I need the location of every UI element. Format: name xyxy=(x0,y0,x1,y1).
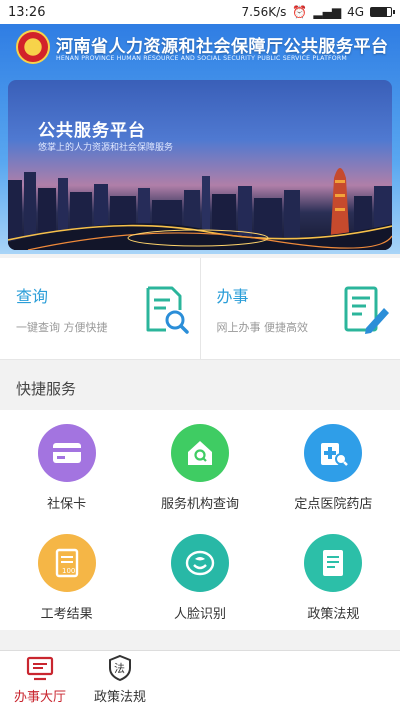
service-cards: 查询 一键查询 方便快捷 办事 网上办事 便捷高效 xyxy=(0,258,400,360)
quick-item-exam-results[interactable]: 100 工考结果 xyxy=(0,520,133,630)
quick-services-heading: 快捷服务 xyxy=(0,366,400,410)
banner-image[interactable]: 公共服务平台 悠掌上的人力资源和社会保障服务 xyxy=(8,80,392,250)
quick-item-label: 政策法规 xyxy=(307,607,360,622)
alarm-icon: ⏰ xyxy=(292,5,308,19)
tab-bar-spacer xyxy=(160,651,400,711)
tab-service-hall-label: 办事大厅 xyxy=(13,690,66,705)
quick-item-label: 工考结果 xyxy=(40,607,93,622)
quick-item-service-agency[interactable]: 服务机构查询 xyxy=(133,410,266,520)
header-subtitle: HENAN PROVINCE HUMAN RESOURCE AND SOCIAL… xyxy=(56,55,347,62)
quick-item-label: 定点医院药店 xyxy=(294,497,373,512)
monitor-icon xyxy=(26,656,54,681)
exam-result-icon: 100 xyxy=(37,534,96,592)
battery-icon xyxy=(370,7,395,17)
quick-item-social-security-card[interactable]: 社保卡 xyxy=(0,410,133,520)
quick-item-label: 服务机构查询 xyxy=(160,497,239,512)
status-bar: 13:26 7.56K/s ⏰ ▂▄▆ 4G xyxy=(0,0,400,24)
tab-policy-label: 政策法规 xyxy=(93,690,146,705)
quick-item-label: 社保卡 xyxy=(47,497,87,512)
network-type: 4G xyxy=(347,5,364,19)
edit-document-icon xyxy=(344,286,389,334)
header-title: 河南省人力资源和社会保障厅公共服务平台 xyxy=(56,37,389,57)
tab-service-hall[interactable]: 办事大厅 xyxy=(0,651,80,711)
card-icon xyxy=(37,424,96,482)
status-time: 13:26 xyxy=(8,4,46,20)
quick-item-label: 人脸识别 xyxy=(173,607,226,622)
national-emblem-icon: ★ xyxy=(16,30,50,64)
app-header: ★ 河南省人力资源和社会保障厅公共服务平台 HENAN PROVINCE HUM… xyxy=(0,24,400,254)
status-indicators: 7.56K/s ⏰ ▂▄▆ 4G xyxy=(241,5,395,19)
handle-affairs-card[interactable]: 办事 网上办事 便捷高效 xyxy=(199,258,400,359)
quick-item-face-recognition[interactable]: 人脸识别 xyxy=(133,520,266,630)
city-skyline-illustration xyxy=(8,168,392,250)
quick-services-grid: 社保卡 服务机构查询 定点医院药店 100 工考结果 人脸识别 政策法规 xyxy=(0,410,400,630)
quick-item-designated-hospital[interactable]: 定点医院药店 xyxy=(267,410,400,520)
house-search-icon xyxy=(170,424,229,482)
policy-document-icon xyxy=(304,534,363,592)
query-card-title: 查询 xyxy=(16,287,49,306)
tab-policy[interactable]: 法 政策法规 xyxy=(80,651,160,711)
query-card[interactable]: 查询 一键查询 方便快捷 xyxy=(0,258,200,359)
banner-title: 公共服务平台 xyxy=(38,121,146,141)
signal-icon: ▂▄▆ xyxy=(313,5,342,19)
query-card-desc: 一键查询 方便快捷 xyxy=(16,321,108,334)
handle-affairs-card-desc: 网上办事 便捷高效 xyxy=(216,321,309,334)
search-document-icon xyxy=(146,286,189,334)
svg-text:法: 法 xyxy=(114,661,125,675)
svg-text:100: 100 xyxy=(62,567,75,575)
hospital-icon xyxy=(304,424,363,482)
bottom-tab-bar: 办事大厅 法 政策法规 xyxy=(0,650,400,711)
handle-affairs-card-title: 办事 xyxy=(216,287,249,306)
network-speed: 7.56K/s xyxy=(241,5,287,19)
law-shield-icon: 法 xyxy=(109,654,131,682)
face-recognition-icon xyxy=(170,534,229,592)
quick-item-policy[interactable]: 政策法规 xyxy=(267,520,400,630)
